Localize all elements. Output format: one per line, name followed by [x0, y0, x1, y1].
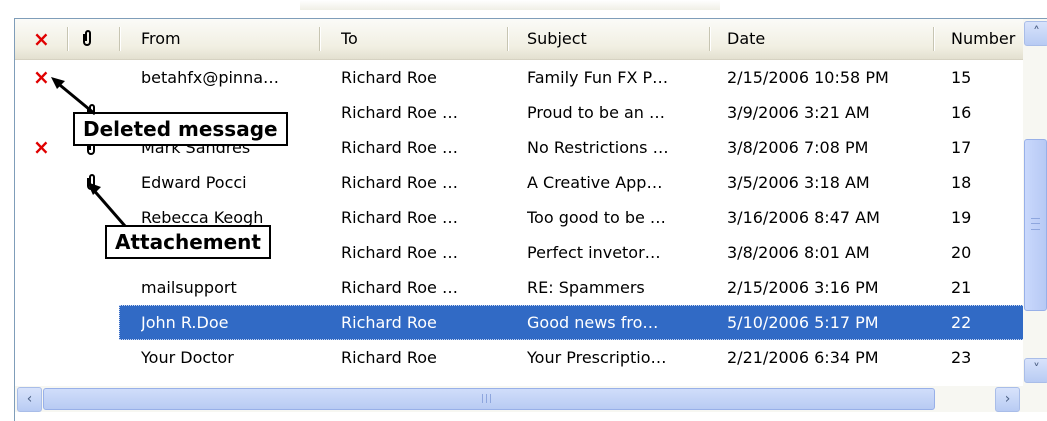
- vertical-scrollbar[interactable]: ˄ ˅: [1023, 19, 1047, 386]
- chevron-right-icon: ›: [1004, 391, 1011, 407]
- number-cell: 23: [951, 348, 972, 367]
- to-cell: Richard Roe: [341, 348, 437, 367]
- column-date-header[interactable]: Date: [727, 19, 927, 59]
- date-cell: 3/16/2006 8:47 AM: [727, 208, 880, 227]
- window-top-edge: [300, 0, 720, 10]
- message-row[interactable]: Your Doctor Richard Roe Your Prescriptio… 2…: [15, 340, 1023, 375]
- column-divider[interactable]: [507, 27, 508, 51]
- to-cell: Richard Roe …: [341, 243, 458, 262]
- chevron-down-icon: ˅: [1033, 362, 1040, 378]
- from-cell: John R.Doe: [141, 313, 229, 332]
- column-to-header[interactable]: To: [341, 19, 501, 59]
- arrowhead: [87, 182, 101, 195]
- number-cell: 16: [951, 103, 972, 122]
- date-cell: 3/5/2006 3:18 AM: [727, 173, 870, 192]
- date-cell: 3/9/2006 3:21 AM: [727, 103, 870, 122]
- date-cell: 2/21/2006 6:34 PM: [727, 348, 879, 367]
- message-row[interactable]: John R.Doe Richard Roe Good news fro… 5/10/…: [15, 305, 1025, 340]
- attachment-callout-arrow: [89, 186, 127, 227]
- date-cell: 2/15/2006 10:58 PM: [727, 68, 889, 87]
- number-cell: 22: [951, 313, 972, 332]
- date-cell: 2/15/2006 3:16 PM: [727, 278, 879, 297]
- from-cell: Your Doctor: [141, 348, 234, 367]
- chevron-left-icon: ‹: [26, 391, 33, 407]
- number-cell: 20: [951, 243, 972, 262]
- horizontal-scroll-thumb[interactable]: [43, 388, 935, 410]
- subject-cell: A Creative App…: [527, 173, 663, 192]
- subject-cell: Too good to be …: [527, 208, 666, 227]
- date-cell: 3/8/2006 7:08 PM: [727, 138, 869, 157]
- to-cell: Richard Roe …: [341, 103, 458, 122]
- to-cell: Richard Roe: [341, 313, 437, 332]
- to-cell: Richard Roe …: [341, 278, 458, 297]
- to-cell: Richard Roe: [341, 68, 437, 87]
- number-cell: 17: [951, 138, 972, 157]
- horizontal-scrollbar[interactable]: ‹ ›: [15, 386, 1047, 412]
- column-number-header[interactable]: Number: [951, 19, 1023, 59]
- date-cell: 5/10/2006 5:17 PM: [727, 313, 879, 332]
- deleted-callout-arrow: [54, 79, 96, 116]
- number-cell: 15: [951, 68, 972, 87]
- number-cell: 18: [951, 173, 972, 192]
- column-divider[interactable]: [709, 27, 710, 51]
- number-cell: 19: [951, 208, 972, 227]
- callout-arrows: [51, 77, 127, 227]
- to-cell: Richard Roe …: [341, 208, 458, 227]
- subject-cell: No Restrictions …: [527, 138, 669, 157]
- to-cell: Richard Roe …: [341, 173, 458, 192]
- subject-cell: Family Fun FX P…: [527, 68, 669, 87]
- column-divider[interactable]: [933, 27, 934, 51]
- scroll-left-button[interactable]: ‹: [17, 387, 42, 412]
- scroll-right-button[interactable]: ›: [995, 387, 1020, 412]
- grip-icon: [482, 394, 494, 403]
- subject-cell: Perfect invetor…: [527, 243, 661, 262]
- vertical-scroll-thumb[interactable]: [1024, 139, 1047, 311]
- subject-cell: RE: Spammers: [527, 278, 645, 297]
- scroll-down-button[interactable]: ˅: [1024, 358, 1047, 383]
- subject-cell: Good news fro…: [527, 313, 659, 332]
- date-cell: 3/8/2006 8:01 AM: [727, 243, 870, 262]
- grip-icon: [1031, 218, 1040, 230]
- scroll-up-button[interactable]: ˄: [1024, 21, 1047, 46]
- to-cell: Richard Roe …: [341, 138, 458, 157]
- subject-cell: Proud to be an …: [527, 103, 666, 122]
- message-list-view: × From To Subject Date Number × betahfx@p…: [14, 18, 1047, 421]
- column-divider[interactable]: [319, 27, 320, 51]
- subject-cell: Your Prescriptio…: [527, 348, 667, 367]
- chevron-up-icon: ˄: [1033, 25, 1040, 41]
- number-cell: 21: [951, 278, 972, 297]
- column-subject-header[interactable]: Subject: [527, 19, 707, 59]
